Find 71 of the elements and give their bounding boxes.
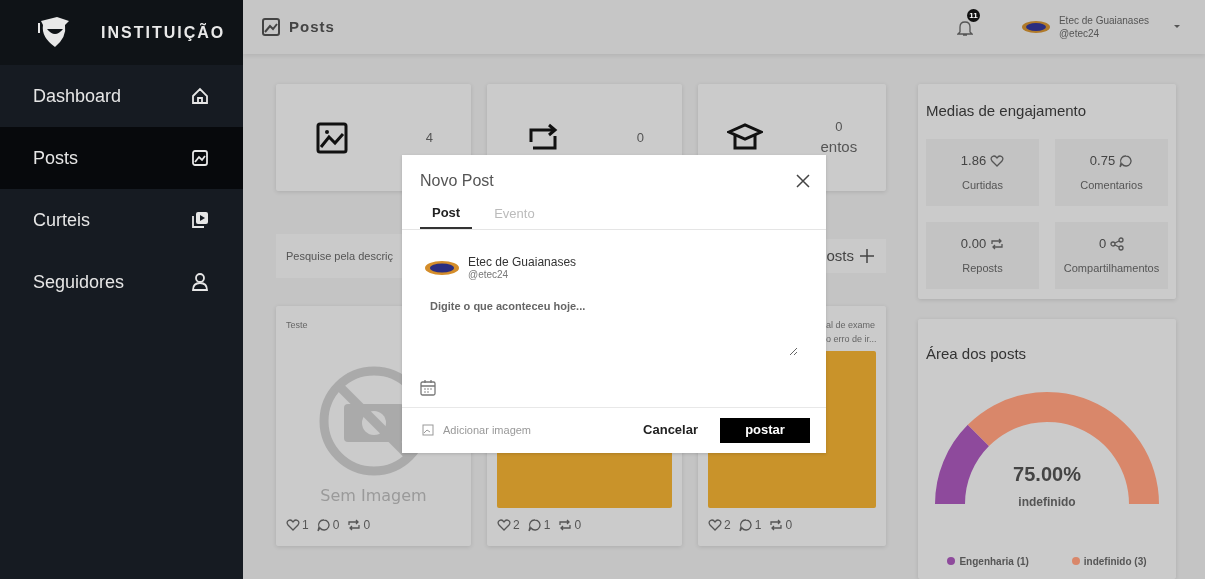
stat-count: 4	[425, 128, 434, 147]
close-icon[interactable]	[796, 174, 810, 188]
notification-count: 11	[966, 9, 980, 22]
heart-icon	[990, 153, 1005, 168]
heart-icon	[708, 518, 722, 532]
submit-button[interactable]: postar	[720, 417, 810, 443]
sidebar-item[interactable]: Posts	[0, 127, 243, 189]
image-add-icon	[422, 423, 435, 437]
image-icon	[261, 17, 281, 37]
stat-count: 0	[363, 517, 371, 534]
user-handle: @etec24	[1058, 27, 1101, 40]
page-title: Posts	[289, 16, 335, 37]
stat-label: Curtidas	[962, 177, 1003, 193]
legend-label: Engenharia (1)	[959, 554, 1029, 569]
share-icon	[1110, 236, 1125, 251]
stat-count: 0	[834, 117, 844, 136]
stat-count: 0	[574, 517, 582, 534]
brand-name: INSTITUIÇÃO	[101, 22, 226, 43]
stat-count: 2	[513, 517, 520, 534]
bell-icon[interactable]	[956, 18, 973, 37]
heart-icon	[497, 518, 511, 532]
stat-count: 0	[785, 517, 793, 534]
stat-value: 0.75	[1089, 152, 1116, 170]
stat-count: 1	[543, 517, 551, 534]
post-text: o erro de ir...	[826, 333, 876, 347]
post-text: Teste	[286, 319, 309, 332]
center-label: indefinido	[1018, 493, 1076, 511]
card-title: Medias de engajamento	[926, 101, 1088, 121]
card-title: Área dos posts	[926, 344, 1028, 364]
image-icon	[190, 148, 210, 168]
sidebar-item[interactable]: Curteis	[0, 189, 243, 251]
author-name: Etec de Guaianases	[468, 255, 577, 269]
comment-icon	[1119, 153, 1134, 168]
stat-count: 0	[332, 517, 340, 534]
post-text: al de exame	[826, 319, 876, 332]
play-stack-icon	[190, 210, 210, 230]
plus-icon	[860, 249, 874, 263]
stat-label: Comentarios	[1080, 177, 1143, 193]
user-icon	[190, 272, 210, 292]
comment-icon	[527, 518, 542, 532]
stat-count: 0	[636, 128, 645, 147]
stat-value: 0.00	[960, 235, 987, 253]
stat-label: Compartilhamentos	[1063, 260, 1160, 276]
stat-value: 0	[1098, 235, 1107, 253]
stat-count: 1	[754, 517, 762, 534]
stat-count: 1	[302, 517, 309, 534]
author-handle: @etec24	[468, 268, 510, 280]
repeat-icon	[347, 518, 362, 532]
dialog-tab[interactable]: Post	[420, 199, 473, 229]
avatar-logo-icon	[1020, 19, 1051, 35]
stat-label: Reposts	[962, 260, 1003, 276]
sidebar-item[interactable]: Seguidores	[0, 251, 243, 313]
comment-icon	[738, 518, 753, 532]
stat-count: 2	[724, 517, 731, 534]
sidebar-item[interactable]: Dashboard	[0, 65, 243, 127]
repeat-icon	[990, 236, 1005, 251]
center-value: 75.00%	[1013, 461, 1081, 487]
cancel-button[interactable]: Cancelar	[637, 419, 704, 441]
legend-label: indefinido (3)	[1083, 554, 1147, 569]
stat-label: entos	[820, 137, 858, 157]
calendar-icon[interactable]	[420, 378, 436, 396]
comment-icon	[316, 518, 331, 532]
dialog-title: Novo Post	[420, 171, 494, 191]
home-icon	[190, 86, 210, 106]
caret-icon[interactable]	[1173, 24, 1181, 30]
heart-icon	[286, 518, 300, 532]
stat-value: 1.86	[960, 152, 987, 170]
avatar-logo-icon	[424, 259, 460, 276]
repeat-icon	[769, 518, 784, 532]
user-name: Etec de Guaianases	[1058, 14, 1149, 27]
repeat-icon	[558, 518, 573, 532]
